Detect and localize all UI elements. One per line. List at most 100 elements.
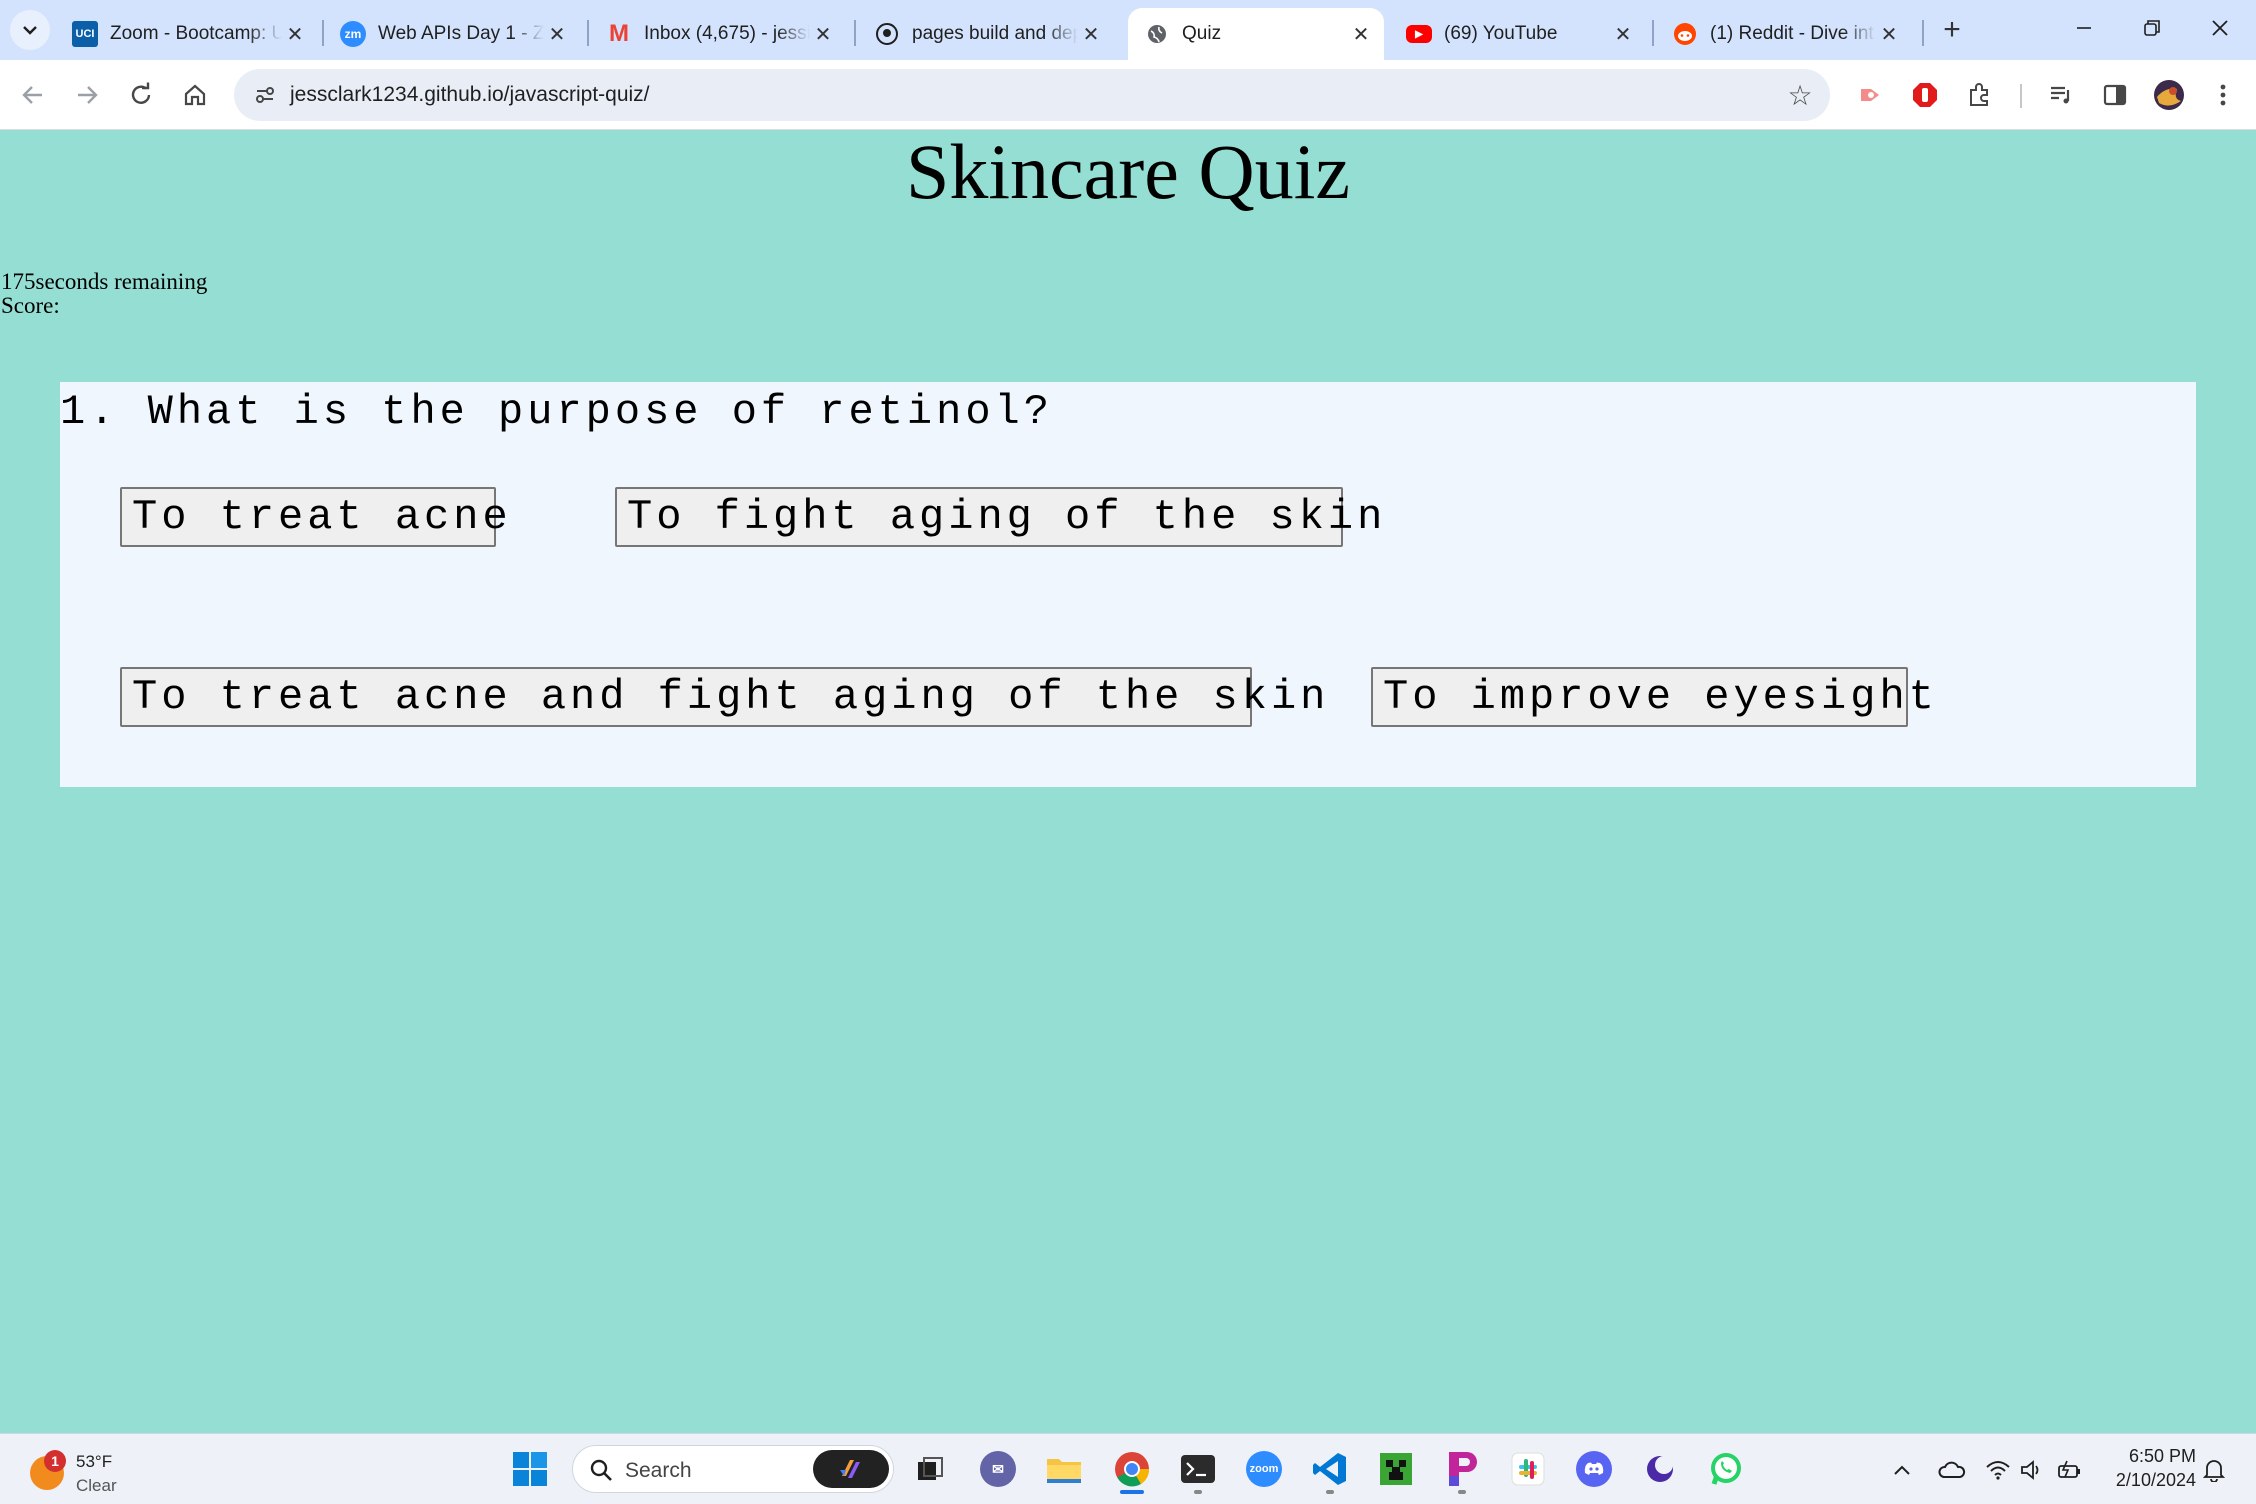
cast-extension-button[interactable] xyxy=(1850,74,1892,116)
search-icon xyxy=(587,1456,615,1484)
close-window-button[interactable] xyxy=(2190,6,2250,50)
discord-icon xyxy=(1576,1451,1612,1487)
copilot-icon[interactable] xyxy=(813,1450,889,1488)
weather-widget[interactable]: 1 53°F Clear xyxy=(24,1442,144,1498)
side-panel-button[interactable] xyxy=(2094,74,2136,116)
bell-icon xyxy=(2203,1460,2225,1482)
zoom-app[interactable]: zoom xyxy=(1240,1444,1288,1494)
media-controls-button[interactable] xyxy=(2040,74,2082,116)
chrome-app[interactable] xyxy=(1108,1444,1156,1494)
tab-title: Zoom - Bootcamp: U xyxy=(110,23,282,44)
slack-app[interactable] xyxy=(1504,1444,1552,1494)
moon-app[interactable] xyxy=(1636,1444,1684,1494)
cloud-icon xyxy=(1938,1461,1966,1478)
restore-icon xyxy=(2144,20,2160,36)
minimize-icon xyxy=(2077,27,2091,29)
weather-temp: 53°F xyxy=(76,1452,113,1471)
wifi-button[interactable] xyxy=(1982,1454,2014,1486)
battery-charging-icon xyxy=(2058,1460,2080,1478)
tab-search-button[interactable] xyxy=(10,10,50,50)
close-icon[interactable]: ✕ xyxy=(1876,21,1902,47)
whatsapp-app[interactable] xyxy=(1702,1444,1750,1494)
close-icon[interactable]: ✕ xyxy=(810,21,836,47)
new-tab-button[interactable]: + xyxy=(1934,12,1970,48)
close-icon[interactable]: ✕ xyxy=(1078,21,1104,47)
pycharm-app[interactable] xyxy=(1438,1444,1486,1494)
answer-button-4[interactable]: To improve eyesight xyxy=(1371,667,1934,727)
question-text: 1. What is the purpose of retinol? xyxy=(60,388,1053,436)
tab-youtube[interactable]: ▶ (69) YouTube ✕ xyxy=(1390,8,1646,60)
browser-menu-button[interactable] xyxy=(2202,74,2244,116)
score-label: Score: xyxy=(1,293,60,318)
timer-text: 175seconds remaining xyxy=(1,269,208,294)
close-icon[interactable]: ✕ xyxy=(1348,21,1374,47)
task-view-button[interactable] xyxy=(906,1444,954,1494)
question-card: 1. What is the purpose of retinol? To tr… xyxy=(60,382,2196,787)
taskbar-search[interactable]: Search xyxy=(572,1445,894,1493)
site-info-icon[interactable] xyxy=(248,78,282,112)
answer-button-1[interactable]: To treat acne xyxy=(120,487,508,547)
tab-quiz[interactable]: Quiz ✕ xyxy=(1128,8,1384,60)
terminal-app[interactable] xyxy=(1174,1444,1222,1494)
windows-taskbar: 1 53°F Clear Search ✉ zoom 6:50 PM 2/10/… xyxy=(0,1433,2256,1504)
minimize-button[interactable] xyxy=(2054,6,2114,50)
answer-button-2[interactable]: To fight aging of the skin xyxy=(615,487,1382,547)
vscode-app[interactable] xyxy=(1306,1444,1354,1494)
tab-title: (69) YouTube xyxy=(1444,23,1558,44)
show-hidden-icons-button[interactable] xyxy=(1886,1454,1918,1486)
weather-condition: Clear xyxy=(76,1476,117,1495)
home-button[interactable] xyxy=(174,74,216,116)
close-icon[interactable]: ✕ xyxy=(544,21,570,47)
puzzle-icon xyxy=(1970,83,1988,106)
creeper-icon xyxy=(1380,1453,1412,1485)
side-panel-icon xyxy=(2103,84,2127,106)
forward-button[interactable] xyxy=(66,74,108,116)
more-vertical-icon xyxy=(2220,84,2226,106)
quiz-page: Skincare Quiz 175seconds remaining Score… xyxy=(0,128,2256,1433)
playlist-icon xyxy=(2051,86,2070,104)
tab-separator xyxy=(854,20,856,46)
profile-avatar[interactable] xyxy=(2148,74,2190,116)
extensions-button[interactable] xyxy=(1958,74,2000,116)
tab-github-pages[interactable]: pages build and dep ✕ xyxy=(858,8,1114,60)
volume-button[interactable] xyxy=(2016,1454,2048,1486)
minecraft-app[interactable] xyxy=(1372,1444,1420,1494)
answer-button-3[interactable]: To treat acne and fight aging of the ski… xyxy=(120,667,1325,727)
url-text[interactable]: jessclark1234.github.io/javascript-quiz/ xyxy=(290,83,650,107)
globe-icon xyxy=(1144,21,1170,47)
discord-app[interactable] xyxy=(1570,1444,1618,1494)
close-icon[interactable]: ✕ xyxy=(282,21,308,47)
back-button[interactable] xyxy=(12,74,54,116)
tab-strip: UCI Zoom - Bootcamp: U ✕ zm Web APIs Day… xyxy=(0,0,2256,60)
p-logo-icon xyxy=(1449,1452,1477,1486)
address-bar[interactable]: jessclark1234.github.io/javascript-quiz/… xyxy=(234,69,1830,121)
extension-red-icon xyxy=(1861,89,1879,101)
file-explorer-app[interactable] xyxy=(1040,1444,1088,1494)
tab-title: pages build and dep xyxy=(912,23,1078,44)
restore-button[interactable] xyxy=(2122,6,2182,50)
github-icon xyxy=(874,21,900,47)
tab-title: Quiz xyxy=(1182,23,1222,44)
youtube-icon: ▶ xyxy=(1406,25,1432,43)
tab-zoom-bootcamp[interactable]: UCI Zoom - Bootcamp: U ✕ xyxy=(56,8,318,60)
speaker-icon xyxy=(2021,1460,2039,1480)
teams-chat-app[interactable]: ✉ xyxy=(974,1444,1022,1494)
close-icon[interactable]: ✕ xyxy=(1610,21,1636,47)
reload-button[interactable] xyxy=(120,74,162,116)
clock-date: 2/10/2024 xyxy=(2115,1470,2196,1490)
tab-reddit[interactable]: (1) Reddit - Dive int ✕ xyxy=(1656,8,1912,60)
tab-gmail-inbox[interactable]: M Inbox (4,675) - jessic ✕ xyxy=(590,8,846,60)
taskbar-clock[interactable]: 6:50 PM 2/10/2024 xyxy=(2100,1444,2196,1492)
start-button[interactable] xyxy=(506,1444,554,1494)
search-placeholder: Search xyxy=(625,1459,692,1482)
battery-button[interactable] xyxy=(2054,1454,2086,1486)
vscode-icon xyxy=(1313,1453,1346,1485)
bookmark-star-icon[interactable]: ☆ xyxy=(1784,79,1816,111)
onedrive-button[interactable] xyxy=(1936,1454,1968,1486)
adblock-extension-button[interactable] xyxy=(1904,74,1946,116)
reddit-icon xyxy=(1672,21,1698,47)
toolbar-divider xyxy=(2020,84,2022,108)
slack-icon xyxy=(1511,1452,1545,1486)
tab-web-apis[interactable]: zm Web APIs Day 1 - Zo ✕ xyxy=(324,8,580,60)
notifications-button[interactable] xyxy=(2198,1454,2230,1486)
